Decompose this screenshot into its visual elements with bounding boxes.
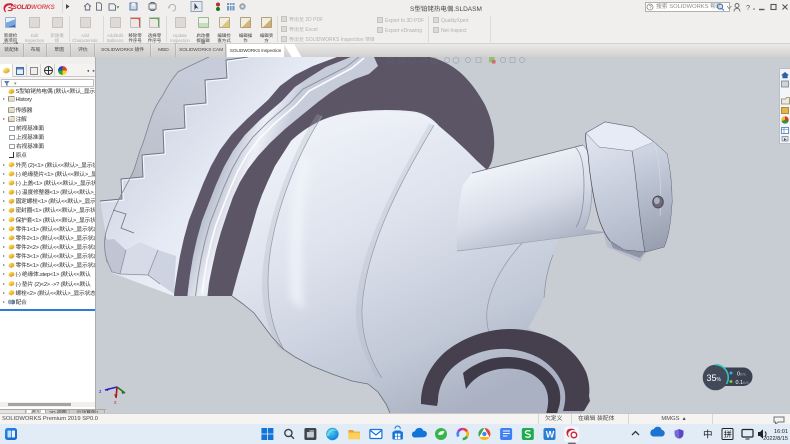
svg-text:?: ? (746, 3, 750, 12)
svg-text:W: W (546, 430, 555, 440)
svg-text:2022/8/15: 2022/8/15 (763, 436, 788, 442)
svg-text:SOLIDWORKS: SOLIDWORKS (13, 4, 56, 11)
svg-text:拼: 拼 (724, 429, 732, 440)
svg-text:?: ? (649, 5, 652, 11)
svg-text:16:01: 16:01 (774, 429, 788, 435)
svg-text:中: 中 (703, 427, 713, 441)
